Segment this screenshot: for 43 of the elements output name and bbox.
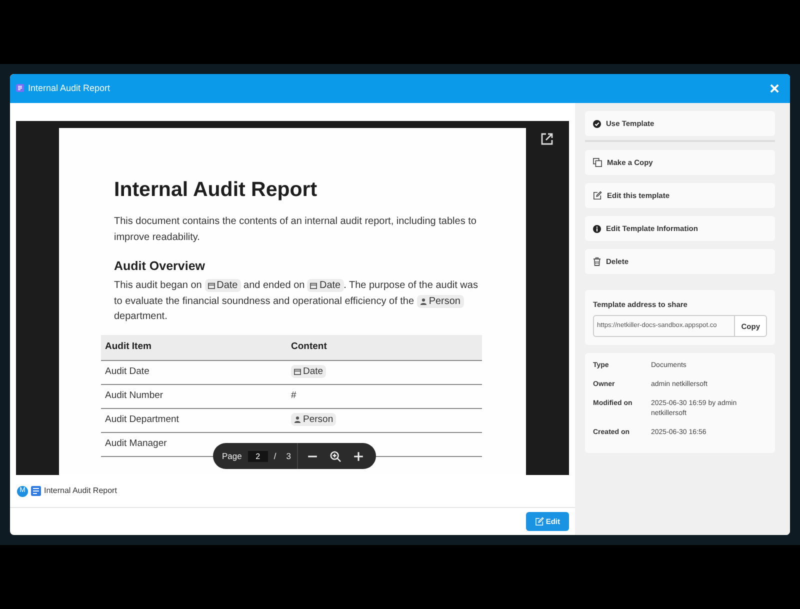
trash-icon	[593, 257, 601, 266]
person-icon	[420, 298, 427, 304]
document-title: Internal Audit Report	[114, 178, 318, 202]
placeholder-chip[interactable]: Person	[291, 412, 336, 426]
section-heading: Audit Overview	[114, 258, 206, 274]
placeholder-chip[interactable]: Date	[291, 364, 326, 378]
page-total: 3	[286, 450, 291, 462]
placeholder-chip[interactable]: Date	[307, 279, 344, 292]
page-separator: /	[274, 450, 276, 462]
table-cell-text: #	[291, 388, 296, 403]
info-icon	[593, 224, 601, 232]
page-number-field[interactable]: 2	[248, 450, 268, 462]
person-icon	[294, 416, 301, 423]
intro-paragraph: This document contains the contents of an internal audit report, including tables to improve readability.	[114, 215, 478, 244]
plus-icon	[352, 450, 364, 462]
paragraph-text: and ended on	[244, 279, 305, 293]
edit-icon	[534, 517, 544, 526]
external-link-icon	[541, 133, 553, 145]
table-cell-text: Audit Manager	[104, 436, 168, 451]
zoom-in-icon	[330, 450, 341, 462]
paragraph-text: This audit began on	[114, 279, 202, 293]
calendar-icon	[294, 368, 301, 375]
placeholder-chip[interactable]: Person	[416, 294, 464, 308]
calendar-icon	[208, 282, 215, 289]
check-circle-icon	[593, 120, 601, 128]
paragraph-text: to evaluate the financial soundness and operational efficiency of the	[114, 294, 414, 308]
paragraph-text: department.	[114, 310, 168, 324]
table-cell-text: Audit Number	[104, 388, 164, 403]
column-header: Content	[291, 340, 327, 354]
calendar-icon	[310, 282, 318, 289]
placeholder-chip[interactable]: Date	[204, 279, 241, 292]
page-label: Page	[222, 450, 242, 462]
edit-icon	[593, 191, 602, 200]
table-cell-text: Audit Date	[104, 364, 150, 379]
close-icon	[770, 84, 779, 93]
paragraph-text: . The purpose of the audit was	[344, 279, 478, 293]
column-header: Audit Item	[104, 340, 152, 354]
document-icon	[16, 84, 24, 92]
document-icon	[31, 486, 41, 496]
copy-icon	[593, 158, 602, 167]
table-cell-text: Audit Department	[104, 412, 180, 427]
modal-title: Internal Audit Report	[28, 82, 110, 95]
document-link[interactable]: Internal Audit Report	[44, 485, 117, 497]
